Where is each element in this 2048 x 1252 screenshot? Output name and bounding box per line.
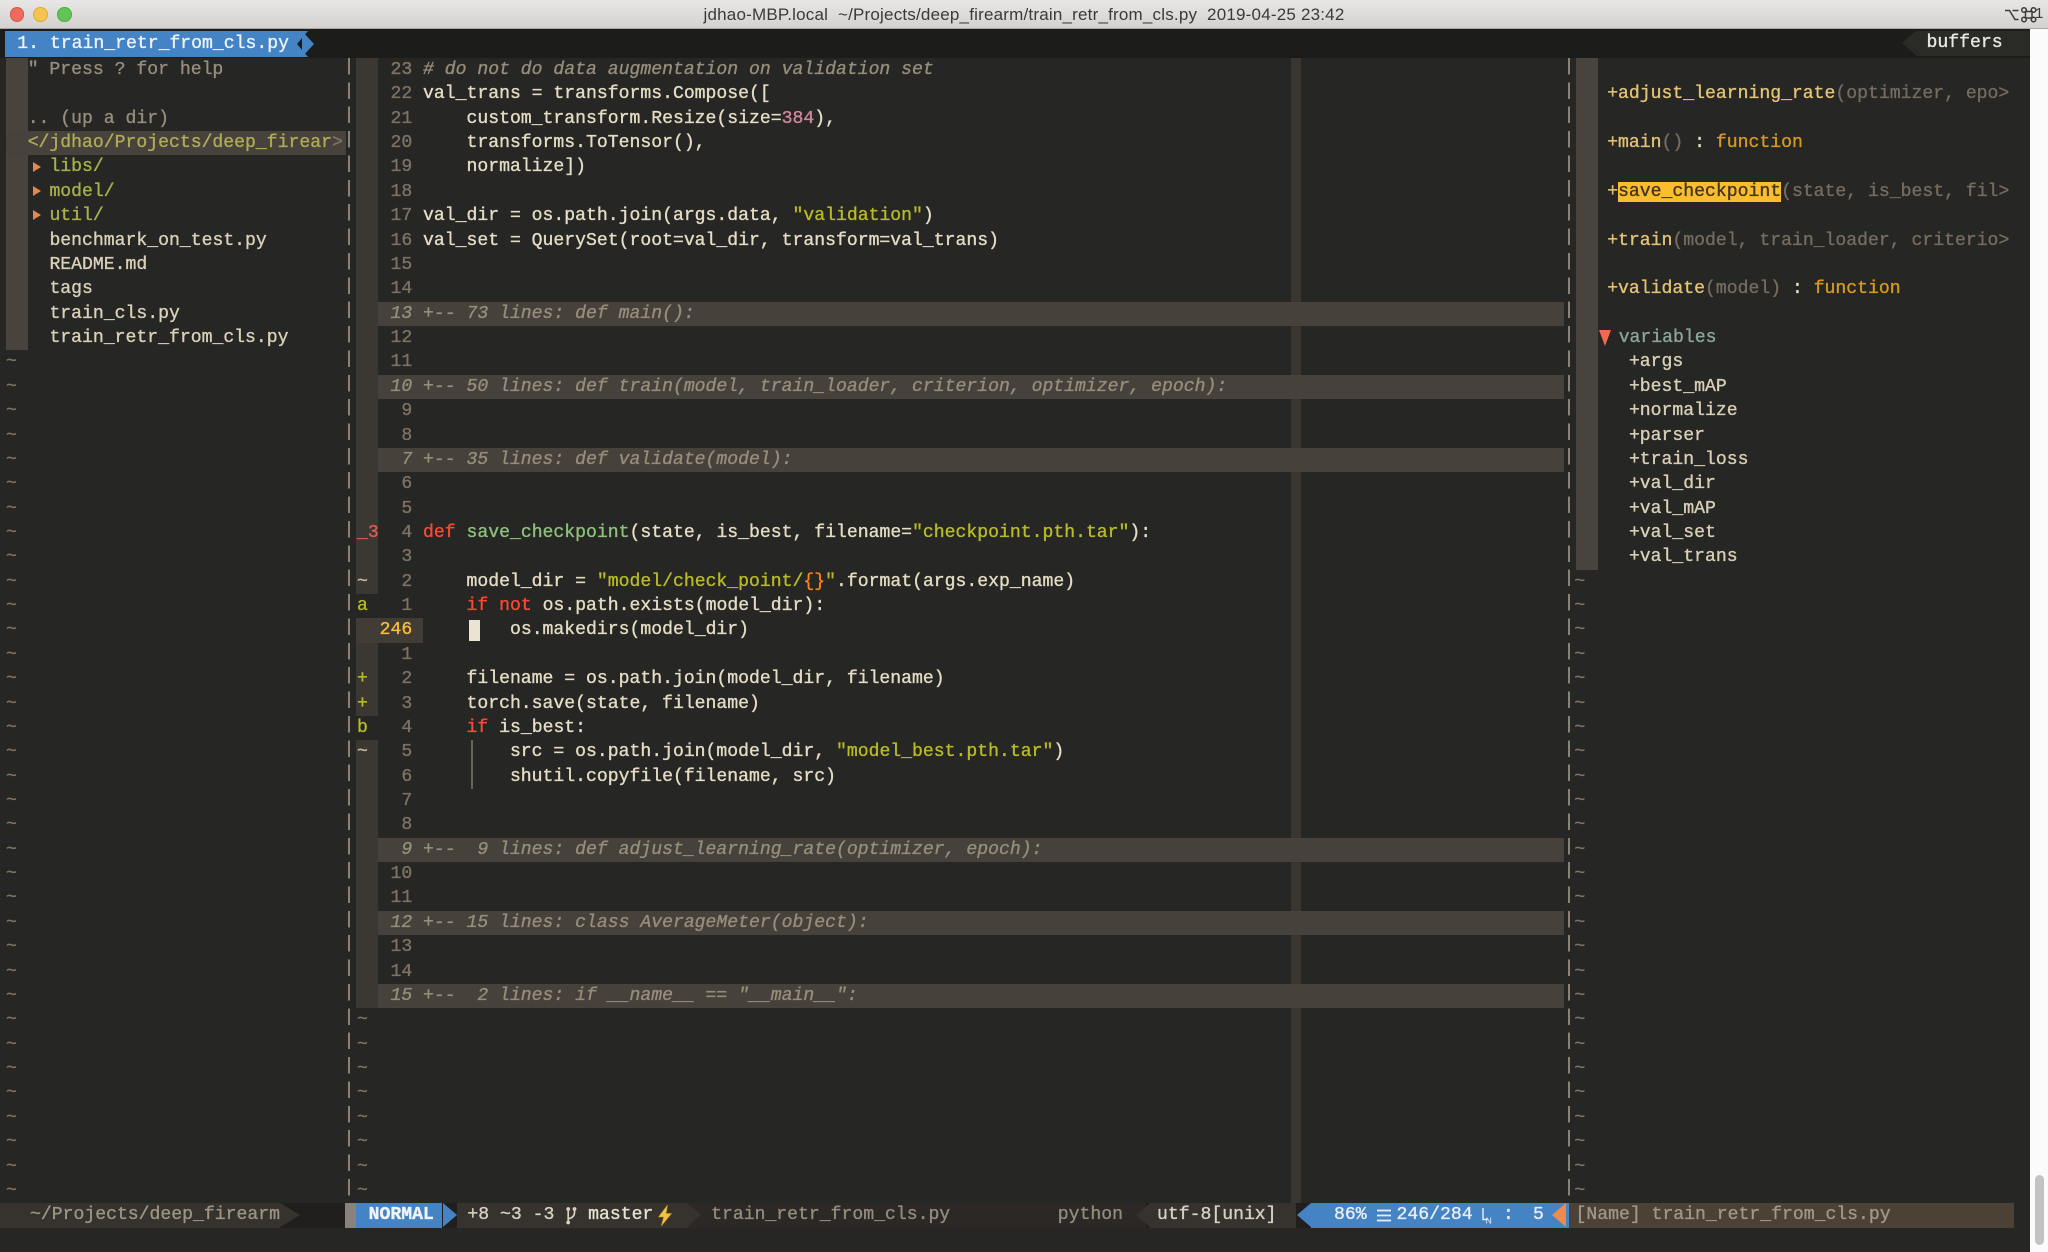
- svg-text:N: N: [1485, 1215, 1491, 1224]
